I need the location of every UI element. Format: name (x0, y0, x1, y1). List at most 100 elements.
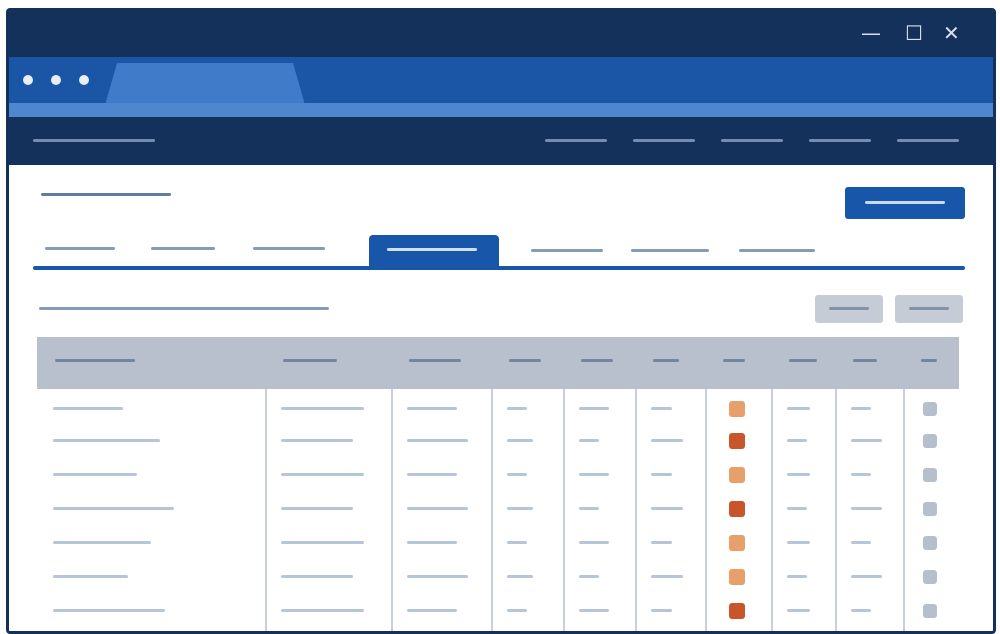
column-header[interactable] (581, 359, 613, 362)
row-checkbox[interactable] (923, 402, 937, 416)
tab-active[interactable] (369, 235, 499, 267)
table-cell (507, 609, 527, 612)
table-cell (53, 575, 128, 578)
table-header (37, 337, 959, 389)
column-divider (903, 389, 905, 631)
tab-7[interactable] (739, 249, 815, 252)
column-divider (391, 389, 393, 631)
row-checkbox[interactable] (923, 536, 937, 550)
browser-tab-bar (9, 57, 993, 105)
table-cell (787, 609, 810, 612)
table-cell (579, 541, 609, 544)
browser-tab[interactable] (105, 63, 305, 105)
table-cell (651, 507, 683, 510)
table-cell (507, 575, 533, 578)
column-divider (771, 389, 773, 631)
table-cell (53, 439, 160, 442)
table-cell (53, 507, 174, 510)
status-indicator (729, 467, 745, 483)
nav-item[interactable] (545, 139, 607, 142)
column-header[interactable] (409, 359, 461, 362)
table-cell (281, 609, 364, 612)
table-cell (851, 541, 871, 544)
dot-icon (23, 75, 33, 85)
column-header[interactable] (853, 359, 877, 362)
table-cell (787, 575, 807, 578)
table-cell (787, 439, 807, 442)
status-indicator (729, 603, 745, 619)
page-content (9, 165, 993, 631)
table-cell (53, 609, 165, 612)
table-cell (507, 439, 533, 442)
column-divider (705, 389, 707, 631)
table-cell (851, 575, 882, 578)
table-cell (407, 609, 457, 612)
table-cell (579, 473, 609, 476)
table-cell (787, 473, 810, 476)
button-label (829, 307, 869, 310)
column-divider (835, 389, 837, 631)
maximize-icon[interactable]: ☐ (905, 23, 923, 43)
tab-5[interactable] (531, 249, 603, 252)
tab-active-label (387, 248, 477, 251)
secondary-button-1[interactable] (815, 295, 883, 323)
status-indicator (729, 535, 745, 551)
dot-icon (79, 75, 89, 85)
status-indicator (729, 401, 745, 417)
close-icon[interactable]: ✕ (943, 23, 960, 43)
address-bar[interactable] (9, 103, 993, 117)
tabs-underline (33, 266, 965, 270)
table-cell (651, 473, 672, 476)
table-cell (651, 439, 683, 442)
table-cell (851, 473, 871, 476)
nav-item[interactable] (721, 139, 783, 142)
column-header[interactable] (509, 359, 541, 362)
nav-item[interactable] (633, 139, 695, 142)
column-header[interactable] (789, 359, 817, 362)
table-cell (407, 541, 457, 544)
table-cell (579, 407, 609, 410)
table-cell (507, 507, 533, 510)
tab-3[interactable] (253, 247, 325, 250)
tab-6[interactable] (631, 249, 709, 252)
row-checkbox[interactable] (923, 502, 937, 516)
minimize-icon[interactable]: — (861, 23, 881, 43)
nav-item[interactable] (809, 139, 871, 142)
table-cell (507, 407, 527, 410)
table-cell (53, 541, 151, 544)
column-header[interactable] (283, 359, 337, 362)
data-table (37, 337, 959, 631)
table-cell (507, 541, 527, 544)
nav-brand[interactable] (33, 139, 155, 142)
row-checkbox[interactable] (923, 468, 937, 482)
dot-icon (51, 75, 61, 85)
secondary-button-2[interactable] (895, 295, 963, 323)
table-cell (851, 439, 882, 442)
table-cell (281, 541, 364, 544)
row-checkbox[interactable] (923, 570, 937, 584)
table-cell (579, 609, 609, 612)
column-header[interactable] (921, 359, 937, 362)
table-cell (579, 575, 599, 578)
table-cell (651, 575, 683, 578)
nav-item[interactable] (897, 139, 959, 142)
table-cell (281, 473, 364, 476)
column-divider (265, 389, 267, 631)
table-cell (281, 407, 364, 410)
status-indicator (729, 501, 745, 517)
window-dots (23, 75, 89, 85)
column-header[interactable] (55, 359, 135, 362)
tab-2[interactable] (151, 247, 215, 250)
row-checkbox[interactable] (923, 434, 937, 448)
column-header[interactable] (723, 359, 745, 362)
section-description (39, 307, 329, 310)
table-cell (851, 507, 882, 510)
table-cell (507, 473, 527, 476)
table-cell (407, 507, 468, 510)
row-checkbox[interactable] (923, 604, 937, 618)
primary-action-button[interactable] (845, 187, 965, 219)
table-cell (851, 407, 871, 410)
column-header[interactable] (653, 359, 679, 362)
tab-1[interactable] (45, 247, 115, 250)
column-divider (491, 389, 493, 631)
